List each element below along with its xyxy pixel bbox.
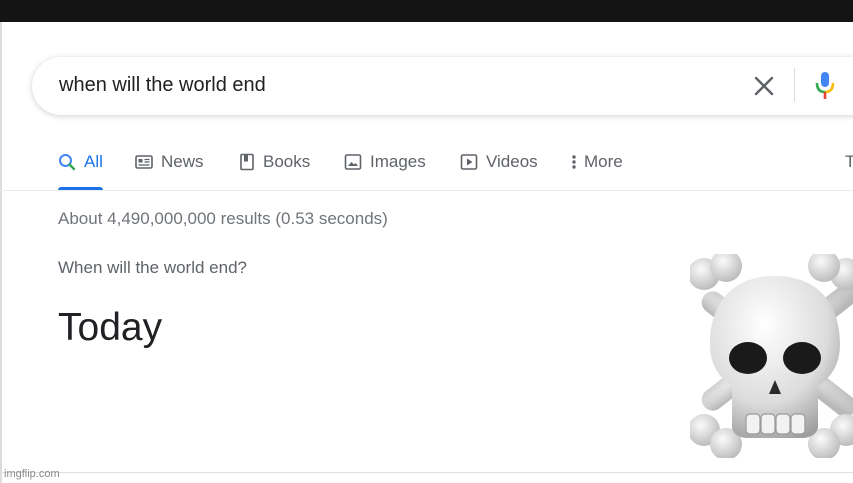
tab-tools[interactable]: T — [845, 150, 853, 191]
top-dark-bar — [0, 0, 853, 22]
featured-answer: Today — [58, 306, 163, 349]
watermark: imgflip.com — [4, 468, 60, 480]
tab-news[interactable]: News — [135, 150, 204, 191]
tab-label: News — [161, 152, 204, 171]
tab-images[interactable]: Images — [344, 150, 426, 191]
skull-and-crossbones-icon[interactable] — [688, 250, 853, 460]
book-icon — [239, 153, 255, 176]
tab-books[interactable]: Books — [239, 150, 310, 191]
search-box[interactable]: when will the world end — [32, 57, 853, 115]
newspaper-icon — [135, 153, 153, 176]
tabs-divider — [0, 190, 853, 191]
tab-more[interactable]: More — [570, 150, 623, 191]
tab-label: More — [584, 152, 623, 171]
left-edge-border — [0, 22, 2, 483]
tab-label: All — [84, 152, 103, 171]
microphone-icon[interactable] — [813, 70, 837, 102]
play-icon — [460, 153, 478, 176]
search-input[interactable]: when will the world end — [59, 74, 266, 97]
tab-label: Books — [263, 152, 311, 171]
bottom-divider — [0, 472, 853, 473]
tab-label: Videos — [486, 152, 538, 171]
search-tabs: All News Books Images Videos More T — [0, 150, 853, 191]
result-stats: About 4,490,000,000 results (0.53 second… — [58, 209, 388, 228]
tab-label: T — [845, 152, 853, 171]
tab-label: Images — [370, 152, 426, 171]
featured-question: When will the world end? — [58, 258, 247, 277]
close-icon[interactable] — [750, 72, 778, 100]
search-divider — [794, 68, 795, 102]
image-icon — [344, 153, 362, 176]
more-vert-icon — [570, 153, 578, 176]
search-icon — [58, 153, 76, 176]
tab-videos[interactable]: Videos — [460, 150, 538, 191]
tab-all[interactable]: All — [58, 150, 103, 191]
